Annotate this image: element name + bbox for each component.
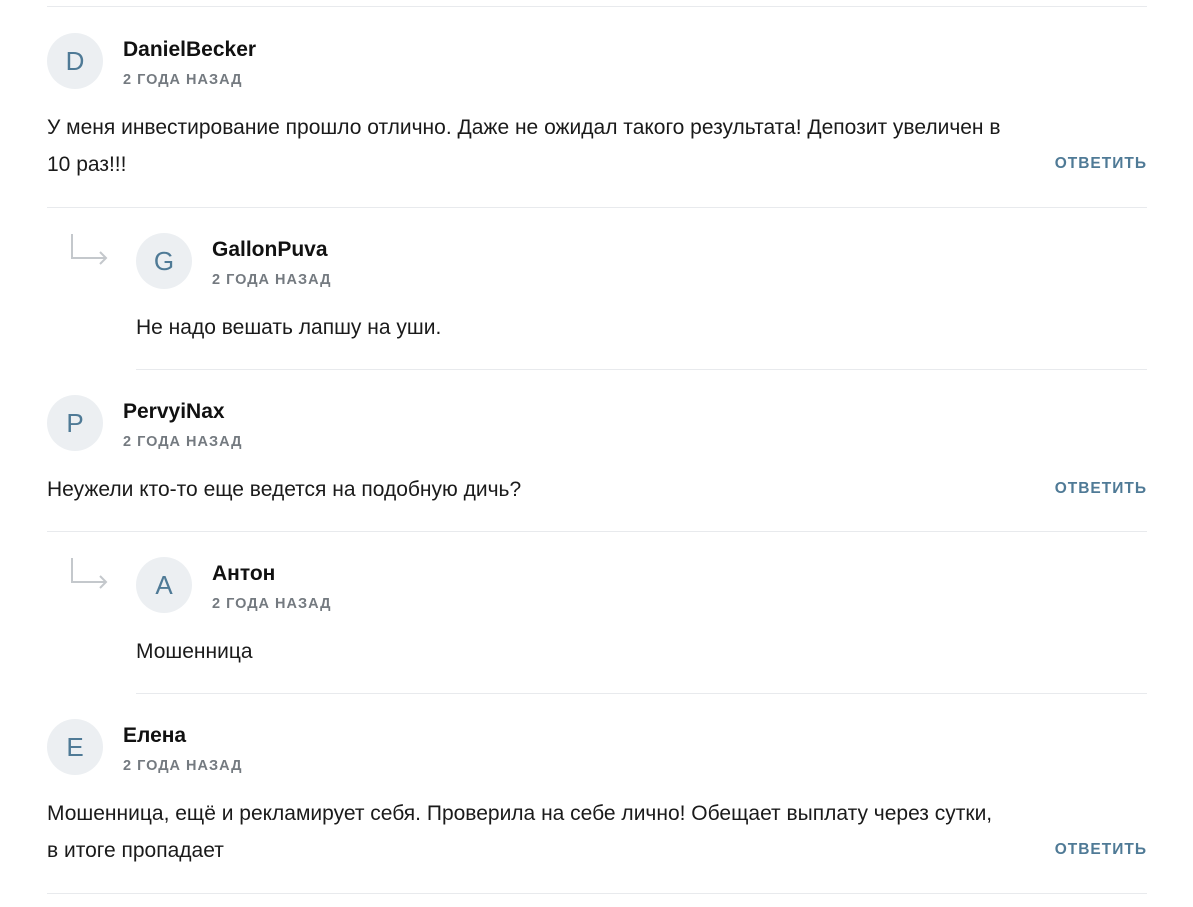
top-divider	[47, 6, 1147, 7]
comment-text: У меня инвестирование прошло отлично. Да…	[47, 116, 1001, 176]
avatar: А	[136, 557, 192, 613]
comment-author[interactable]: GallonPuva	[212, 238, 328, 262]
comment-author[interactable]: DanielBecker	[123, 38, 256, 62]
comment-text: Мошенница	[136, 640, 253, 663]
comment-author[interactable]: Антон	[212, 562, 275, 586]
comment-item: D DanielBecker 2 ГОДА НАЗАД У меня инвес…	[47, 33, 1147, 193]
comment-date: 2 ГОДА НАЗАД	[123, 758, 243, 774]
comment-text: Не надо вешать лапшу на уши.	[136, 316, 442, 339]
reply-button[interactable]: ОТВЕТИТЬ	[1055, 480, 1147, 498]
comment-author[interactable]: Елена	[123, 724, 186, 748]
reply-item: G GallonPuva 2 ГОДА НАЗАД Не надо вешать…	[136, 233, 1147, 353]
comment-date: 2 ГОДА НАЗАД	[212, 272, 332, 288]
comment-divider	[47, 531, 1147, 532]
reply-arrow-icon	[71, 234, 108, 265]
avatar: G	[136, 233, 192, 289]
reply-arrow-icon	[71, 558, 108, 589]
comment-date: 2 ГОДА НАЗАД	[123, 434, 243, 450]
comment-divider	[136, 693, 1147, 694]
comment-divider	[47, 207, 1147, 208]
comment-date: 2 ГОДА НАЗАД	[123, 72, 243, 88]
reply-button[interactable]: ОТВЕТИТЬ	[1055, 155, 1147, 173]
reply-item: А Антон 2 ГОДА НАЗАД Мошенница	[136, 557, 1147, 677]
comment-divider	[136, 369, 1147, 370]
comment-text: Неужели кто-то еще ведется на подобную д…	[47, 478, 522, 501]
comment-text: Мошенница, ещё и рекламирует себя. Прове…	[47, 802, 993, 862]
avatar: D	[47, 33, 103, 89]
comment-date: 2 ГОДА НАЗАД	[212, 596, 332, 612]
avatar: Е	[47, 719, 103, 775]
avatar: P	[47, 395, 103, 451]
comment-item: Е Елена 2 ГОДА НАЗАД Мошенница, ещё и ре…	[47, 719, 1147, 879]
comment-item: P PervyiNax 2 ГОДА НАЗАД Неужели кто-то …	[47, 395, 1147, 515]
comment-divider	[47, 893, 1147, 894]
comment-author[interactable]: PervyiNax	[123, 400, 225, 424]
reply-button[interactable]: ОТВЕТИТЬ	[1055, 841, 1147, 859]
